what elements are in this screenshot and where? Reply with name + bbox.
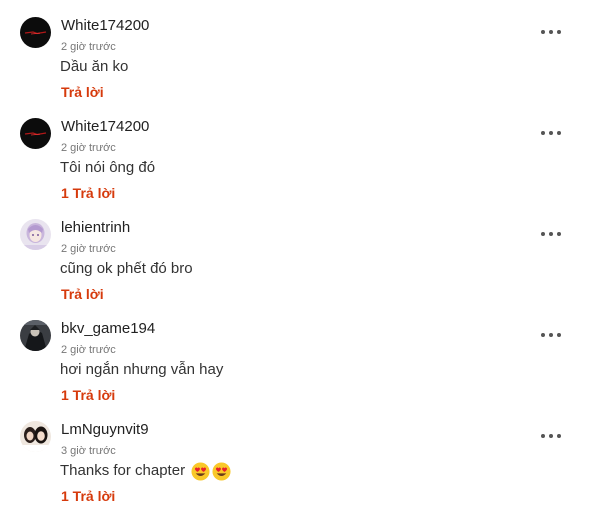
- username[interactable]: White174200: [61, 118, 149, 136]
- reply-button[interactable]: 1 Trả lời: [61, 185, 115, 202]
- comment-text-content: hơi ngắn nhưng vẫn hay: [60, 361, 224, 378]
- comment-item: White174200 2 giờ trước Dầu ăn ko Trả lờ…: [0, 0, 597, 101]
- dark-red-streak-avatar-icon: [20, 118, 51, 149]
- dark-character-avatar-icon: [20, 320, 51, 351]
- more-dots-icon[interactable]: [541, 125, 561, 141]
- comment-text: hơi ngắn nhưng vẫn hay: [60, 360, 223, 380]
- avatar[interactable]: [20, 219, 51, 250]
- reply-button[interactable]: 1 Trả lời: [61, 488, 115, 505]
- dark-red-streak-avatar-icon: [20, 17, 51, 48]
- timestamp: 2 giờ trước: [61, 142, 116, 154]
- comment-item: White174200 2 giờ trước Tôi nói ông đó 1…: [0, 101, 597, 202]
- comment-item: lehientrinh 2 giờ trước cũng ok phết đó …: [0, 202, 597, 303]
- comment-text-content: Dầu ăn ko: [60, 58, 129, 75]
- comment-text: Tôi nói ông đó: [60, 158, 155, 178]
- timestamp: 2 giờ trước: [61, 344, 116, 356]
- more-dots-icon[interactable]: [541, 226, 561, 242]
- more-dots-icon[interactable]: [541, 327, 561, 343]
- comment-item: LmNguynvit9 3 giờ trước Thanks for chapt…: [0, 404, 597, 505]
- reply-button[interactable]: 1 Trả lời: [61, 387, 115, 404]
- two-people-photo-avatar-icon: [20, 421, 51, 452]
- avatar[interactable]: [20, 118, 51, 149]
- comment-text-content: Thanks for chapter: [60, 462, 186, 479]
- more-dots-icon[interactable]: [541, 428, 561, 444]
- more-dots-icon[interactable]: [541, 24, 561, 40]
- avatar[interactable]: [20, 17, 51, 48]
- comment-text: cũng ok phết đó bro: [60, 259, 193, 279]
- comment-text-content: Tôi nói ông đó: [60, 159, 156, 176]
- username[interactable]: bkv_game194: [61, 320, 155, 338]
- username[interactable]: White174200: [61, 17, 149, 35]
- timestamp: 2 giờ trước: [61, 41, 116, 53]
- username[interactable]: lehientrinh: [61, 219, 130, 237]
- timestamp: 3 giờ trước: [61, 445, 116, 457]
- username[interactable]: LmNguynvit9: [61, 421, 149, 439]
- comment-text: Dầu ăn ko: [60, 57, 128, 77]
- heart-eyes-emoji-icon: [191, 461, 210, 481]
- comment-list: White174200 2 giờ trước Dầu ăn ko Trả lờ…: [0, 0, 597, 514]
- comment-text-content: cũng ok phết đó bro: [60, 260, 193, 277]
- heart-eyes-emoji-icon: [212, 461, 231, 481]
- timestamp: 2 giờ trước: [61, 243, 116, 255]
- reply-button[interactable]: Trả lời: [61, 84, 104, 101]
- reply-button[interactable]: Trả lời: [61, 286, 104, 303]
- comment-item: bkv_game194 2 giờ trước hơi ngắn nhưng v…: [0, 303, 597, 404]
- avatar[interactable]: [20, 320, 51, 351]
- avatar[interactable]: [20, 421, 51, 452]
- comment-text: Thanks for chapter: [60, 461, 231, 481]
- anime-girl-avatar-icon: [20, 219, 51, 250]
